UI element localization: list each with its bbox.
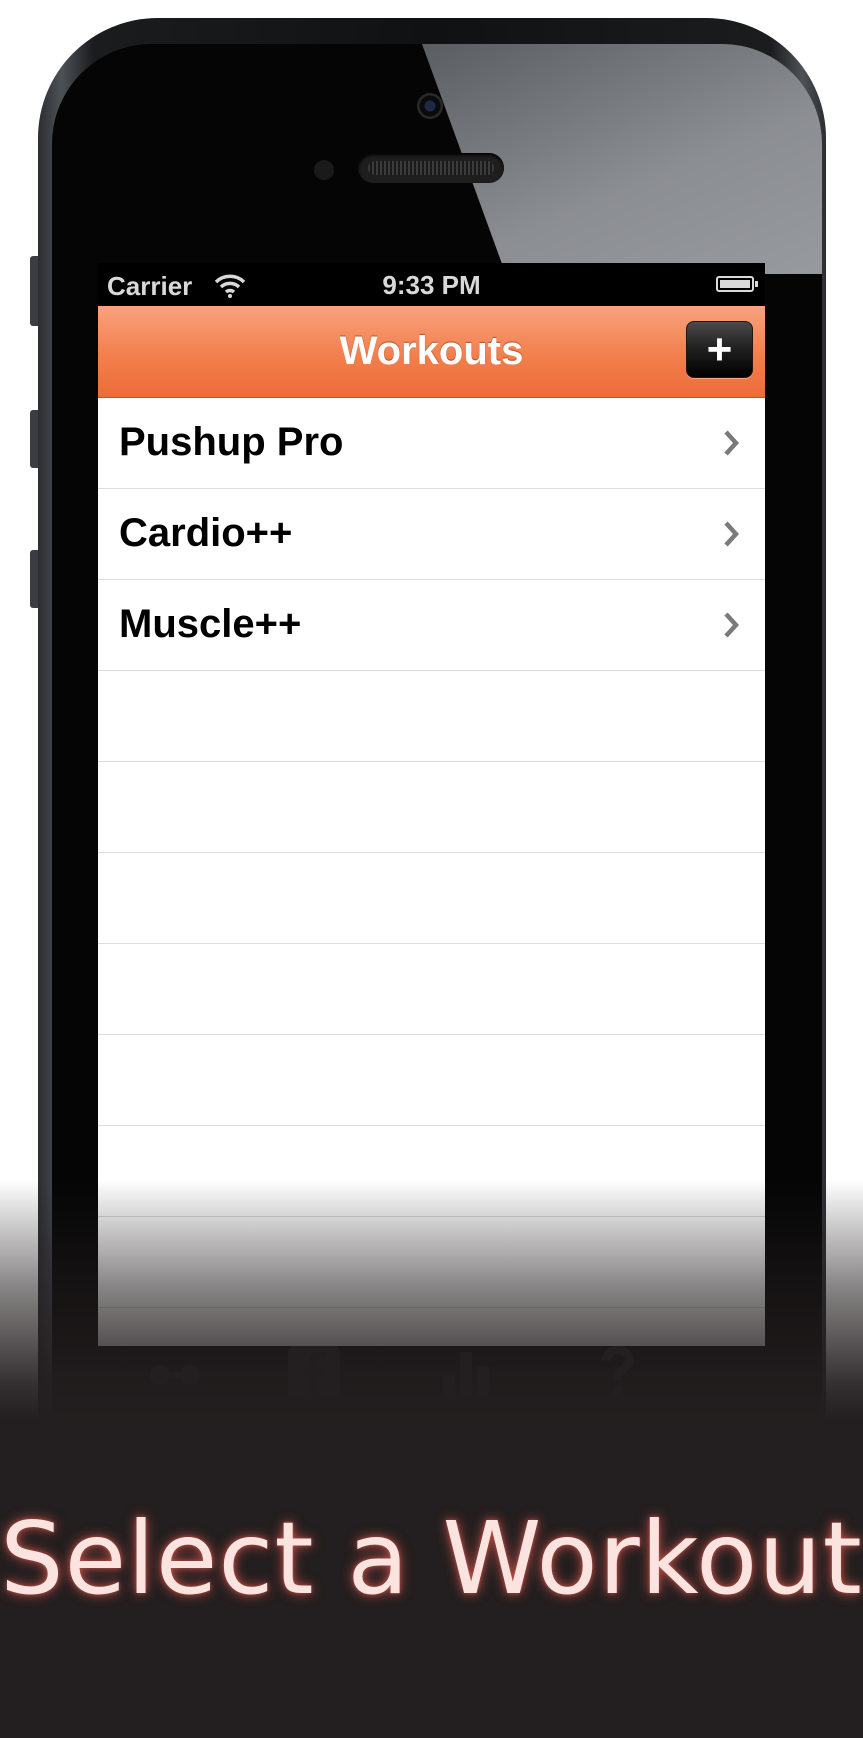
- front-camera: [417, 93, 443, 119]
- workout-label: Muscle++: [119, 602, 302, 646]
- add-workout-button[interactable]: +: [686, 321, 753, 378]
- chevron-right-icon: [724, 521, 740, 547]
- chevron-right-icon: [724, 430, 740, 456]
- workout-row[interactable]: Pushup Pro: [98, 398, 765, 489]
- battery-icon: [716, 276, 758, 292]
- workout-list: Pushup Pro Cardio++ Muscle++: [98, 398, 765, 1308]
- proximity-sensor: [314, 160, 334, 180]
- bottom-fade: [0, 1180, 863, 1420]
- workout-label: Pushup Pro: [119, 420, 344, 464]
- empty-row: [98, 762, 765, 853]
- empty-row: [98, 671, 765, 762]
- navigation-bar: Workouts +: [98, 306, 765, 398]
- chevron-right-icon: [724, 612, 740, 638]
- status-bar: Carrier 9:33 PM: [98, 263, 765, 306]
- workout-row[interactable]: Muscle++: [98, 580, 765, 671]
- earpiece-speaker: [358, 153, 504, 183]
- empty-row: [98, 1035, 765, 1126]
- workout-label: Cardio++: [119, 511, 293, 555]
- status-time: 9:33 PM: [382, 270, 481, 300]
- promo-caption: Select a Workout: [0, 1500, 863, 1617]
- empty-row: [98, 853, 765, 944]
- page-title: Workouts: [339, 329, 524, 373]
- empty-row: [98, 944, 765, 1035]
- workout-row[interactable]: Cardio++: [98, 489, 765, 580]
